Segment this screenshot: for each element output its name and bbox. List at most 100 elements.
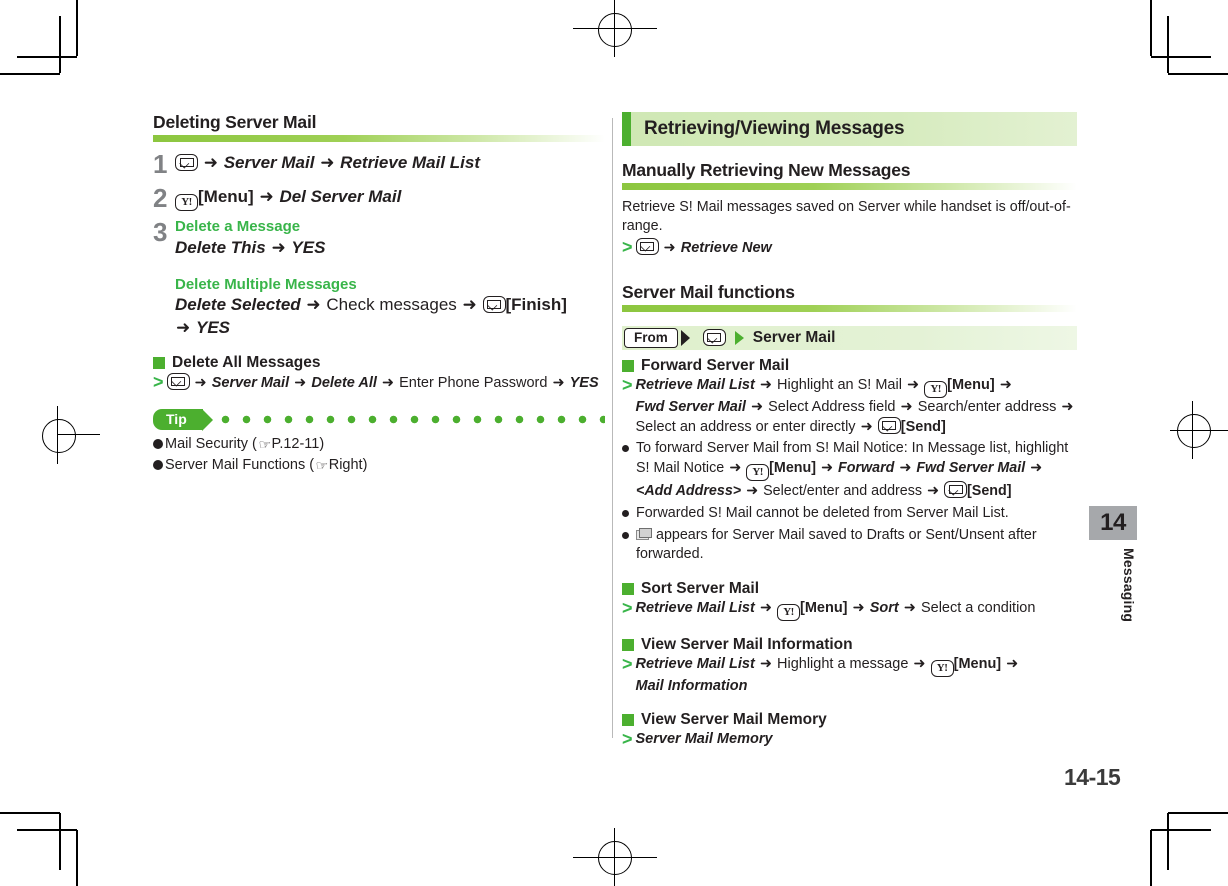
- step-3: 3 Delete a Message Delete This ➜ YES Del…: [153, 218, 605, 340]
- tip-text: Server Mail Functions (☞Right): [165, 455, 367, 476]
- arrow-icon: ➜: [913, 656, 926, 673]
- crop-mark-top-left-h2: [17, 56, 77, 58]
- option-server-mail: Server Mail: [211, 374, 290, 391]
- option-retrieve-mail-list: Retrieve Mail List: [635, 376, 755, 393]
- gt-marker-icon: >: [622, 236, 633, 257]
- arrow-icon: ➜: [176, 318, 191, 338]
- left-column: Deleting Server Mail 1 ➜ Server Mail ➜ R…: [153, 112, 605, 475]
- note-bullet: appears for Server Mail saved to Drafts …: [622, 526, 1077, 565]
- crop-mark-bottom-left-h: [0, 812, 60, 814]
- option-fwd-server-mail: Fwd Server Mail: [635, 398, 746, 415]
- option-forward: Forward: [837, 460, 895, 477]
- crop-mark-top-right-h: [1168, 73, 1228, 75]
- crop-mark-top-left-v: [76, 0, 78, 56]
- key-label-send: [Send]: [900, 419, 946, 436]
- tip-item: Mail Security (☞P.12-11): [153, 434, 605, 455]
- option-delete-this: Delete This: [175, 237, 266, 257]
- arrow-icon: ➜: [381, 374, 395, 391]
- section-rule: [622, 183, 1077, 190]
- arrow-icon: ➜: [746, 483, 759, 500]
- note-bullet: To forward Server Mail from S! Mail Noti…: [622, 439, 1077, 501]
- action-highlight-mail: Highlight an S! Mail: [777, 376, 902, 393]
- heading-label: View Server Mail Memory: [641, 711, 827, 729]
- tip-close-paren: ): [319, 436, 325, 453]
- heading-view-server-mail-memory: View Server Mail Memory: [622, 711, 1077, 729]
- gt-marker-icon: >: [622, 374, 633, 395]
- crop-mark-top-right-v: [1150, 0, 1152, 56]
- arrow-icon: ➜: [906, 376, 920, 393]
- reg-target-top-circle: [598, 13, 632, 47]
- step-number: 3: [153, 217, 168, 247]
- mail-key-icon: [635, 237, 659, 255]
- option-retrieve-new: Retrieve New: [680, 239, 772, 256]
- option-delete-selected: Delete Selected: [175, 295, 301, 315]
- step-target-del-server-mail: Del Server Mail: [279, 187, 402, 206]
- procedure-text: ➜ Server Mail ➜ Delete All ➜ Enter Phone…: [166, 372, 605, 393]
- green-square-bullet-icon: [622, 583, 634, 596]
- page-reference-hand-icon: ☞: [258, 437, 272, 453]
- crop-mark-bottom-left-v2: [59, 813, 61, 870]
- step-number: 2: [153, 183, 168, 213]
- heading-manually-retrieving: Manually Retrieving New Messages: [622, 160, 911, 180]
- crop-mark-top-left-h: [0, 73, 60, 75]
- crop-mark-bottom-left-v: [76, 830, 78, 886]
- arrow-icon: ➜: [729, 460, 742, 477]
- forward-server-mail-procedure: > Retrieve Mail List ➜ Highlight an S! M…: [622, 374, 1077, 438]
- key-label-menu: [Menu]: [947, 376, 995, 393]
- arrow-icon: ➜: [759, 376, 772, 393]
- procedure-text: Retrieve Mail List ➜ Highlight an S! Mai…: [636, 376, 1077, 438]
- mail-key-icon: [877, 417, 901, 435]
- arrow-icon: ➜: [203, 153, 218, 172]
- yahoo-key-icon: Y!: [777, 604, 800, 622]
- key-label-menu: [Menu]: [953, 656, 1002, 673]
- key-label-finish: [Finish]: [505, 295, 567, 315]
- tip-dotted-rule: [220, 415, 605, 425]
- sort-server-mail-procedure: > Retrieve Mail List ➜ Y! [Menu] ➜ Sort ➜…: [622, 598, 1077, 622]
- manual-retrieve-procedure: > ➜ Retrieve New: [622, 236, 1077, 258]
- crop-mark-bottom-right-v2: [1167, 813, 1169, 870]
- action-select-enter-address: Select/enter and address: [763, 483, 923, 500]
- step-body: Delete a Message Delete This ➜ YES Delet…: [175, 218, 567, 340]
- procedure-text: ➜ Retrieve New: [635, 237, 1077, 258]
- substep-delete-selected: Delete Selected ➜ Check messages ➜ [Fini…: [175, 294, 567, 340]
- arrow-icon: ➜: [759, 600, 772, 617]
- gt-marker-icon: >: [622, 729, 633, 750]
- tip-close-paren: ): [362, 456, 368, 473]
- crop-mark-bottom-right-h2: [1151, 829, 1211, 831]
- tip-label: Mail Security (: [165, 436, 257, 453]
- arrow-icon: ➜: [1030, 460, 1043, 477]
- caret-right-icon: [680, 329, 690, 346]
- banner-accent-bar: [622, 112, 631, 146]
- chapter-tab-label: Messaging: [1121, 548, 1137, 623]
- crop-mark-bottom-right-h: [1168, 812, 1228, 814]
- heading-forward-server-mail: Forward Server Mail: [622, 357, 1077, 375]
- action-highlight-message: Highlight a message: [777, 656, 909, 673]
- green-caret-right-icon: [734, 330, 744, 345]
- arrow-icon: ➜: [903, 600, 916, 617]
- tip-text: Mail Security (☞P.12-11): [165, 434, 324, 455]
- key-label-menu: [Menu]: [800, 600, 848, 617]
- green-square-bullet-icon: [622, 714, 634, 727]
- tip-reference: Right: [328, 456, 363, 473]
- substep-delete-this: Delete This ➜ YES: [175, 237, 567, 260]
- crop-mark-top-left-v2: [59, 16, 61, 73]
- heading-label: Delete All Messages: [172, 353, 321, 371]
- bullet-icon: [153, 439, 163, 450]
- view-server-mail-memory-procedure: > Server Mail Memory: [622, 729, 1077, 750]
- note-text: Forwarded S! Mail cannot be deleted from…: [636, 504, 1009, 521]
- green-square-bullet-icon: [622, 639, 634, 652]
- action-select-address: Select an address or enter directly: [635, 419, 856, 436]
- crop-mark-top-right-h2: [1151, 56, 1211, 58]
- banner-title: Retrieving/Viewing Messages: [644, 118, 905, 139]
- note-text: appears for Server Mail saved to Drafts …: [636, 526, 1077, 565]
- heading-server-mail-functions: Server Mail functions: [622, 281, 795, 302]
- option-fwd-server-mail: Fwd Server Mail: [916, 460, 1026, 477]
- option-server-mail-memory: Server Mail Memory: [635, 731, 773, 748]
- yahoo-key-icon: Y!: [930, 660, 954, 678]
- chapter-tab-number: 14: [1089, 506, 1137, 540]
- arrow-icon: ➜: [900, 398, 913, 415]
- option-sort: Sort: [869, 600, 899, 617]
- green-square-bullet-icon: [153, 356, 165, 369]
- procedure-text: Retrieve Mail List ➜ Highlight a message…: [636, 655, 1077, 696]
- action-search-enter-address: Search/enter address: [917, 398, 1057, 415]
